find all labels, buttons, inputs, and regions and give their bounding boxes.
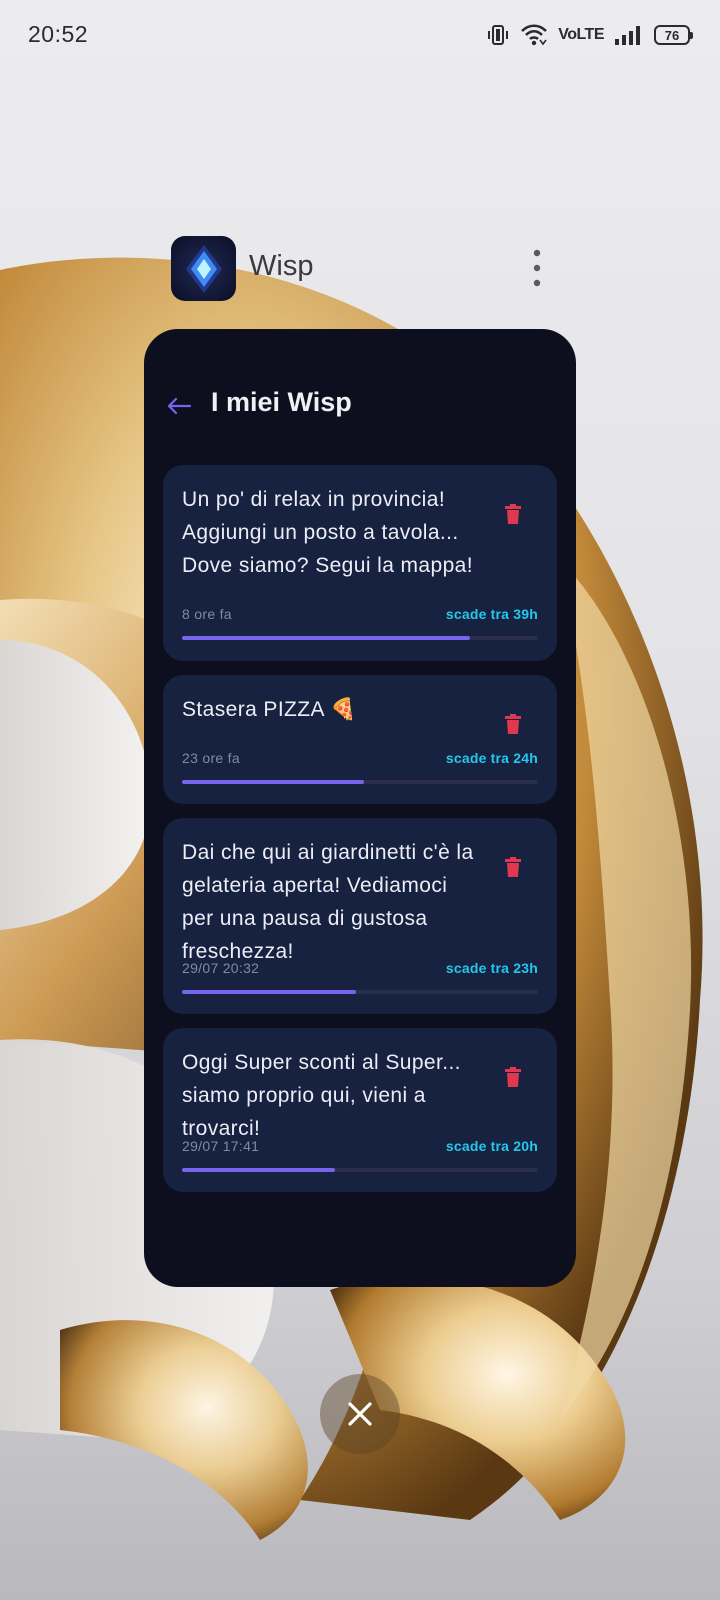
close-icon [348,1402,372,1426]
trash-icon[interactable] [505,714,521,734]
trash-icon[interactable] [505,504,521,524]
wisp-card[interactable]: Stasera PIZZA 🍕 23 ore fa scade tra 24h [163,675,557,804]
wisp-message: Oggi Super sconti al Super... siamo prop… [182,1051,461,1140]
wisp-time: 29/07 20:32 [182,960,260,976]
wisp-progress [182,636,538,640]
wisp-expiry: scade tra 39h [445,606,538,622]
recent-app-header: Wisp [171,236,561,301]
volte-label: VoLTE [558,26,604,43]
trash-icon[interactable] [505,1067,521,1087]
more-vertical-icon[interactable] [531,248,543,288]
recent-app-title: Wisp [249,250,314,282]
app-preview-card[interactable]: I miei Wisp Un po' di relax in provincia… [144,329,576,1287]
wisp-message: Dai che qui ai giardinetti c'è la gelate… [182,841,474,963]
wisp-time: 8 ore fa [182,606,232,622]
page-title: I miei Wisp [211,387,352,417]
wisp-message: Un po' di relax in provincia! Aggiungi u… [182,488,473,577]
vibrate-icon [488,25,509,45]
wisp-progress-fill [182,636,471,640]
wisp-card[interactable]: Dai che qui ai giardinetti c'è la gelate… [163,818,557,1014]
close-button[interactable] [320,1374,400,1454]
wisp-progress-fill [182,1168,336,1172]
status-bar: 20:52 VoLTE 76 [0,0,720,70]
wisp-logo-icon [185,244,222,293]
status-time: 20:52 [28,21,89,47]
trash-icon[interactable] [505,857,521,877]
battery-level: 76 [664,27,680,43]
wisp-progress-fill [182,990,357,994]
wisp-card[interactable]: Un po' di relax in provincia! Aggiungi u… [163,465,557,661]
wisp-time: 23 ore fa [182,750,240,766]
wisp-progress [182,1168,538,1172]
wisp-time: 29/07 17:41 [182,1138,260,1154]
battery-icon: 76 [654,25,693,45]
wifi-icon [521,24,548,46]
wisp-expiry: scade tra 23h [445,960,538,976]
wisp-expiry: scade tra 20h [445,1138,538,1154]
back-arrow-icon[interactable] [164,391,194,421]
wisp-expiry: scade tra 24h [445,750,538,766]
wisp-progress [182,990,538,994]
signal-icon [615,26,640,45]
wisp-message: Stasera PIZZA 🍕 [182,698,357,721]
wisp-card[interactable]: Oggi Super sconti al Super... siamo prop… [163,1028,557,1192]
wisp-progress [182,780,538,784]
status-icons: VoLTE 76 [486,22,693,48]
wisp-app-icon[interactable] [171,236,236,301]
wisp-progress-fill [182,780,364,784]
